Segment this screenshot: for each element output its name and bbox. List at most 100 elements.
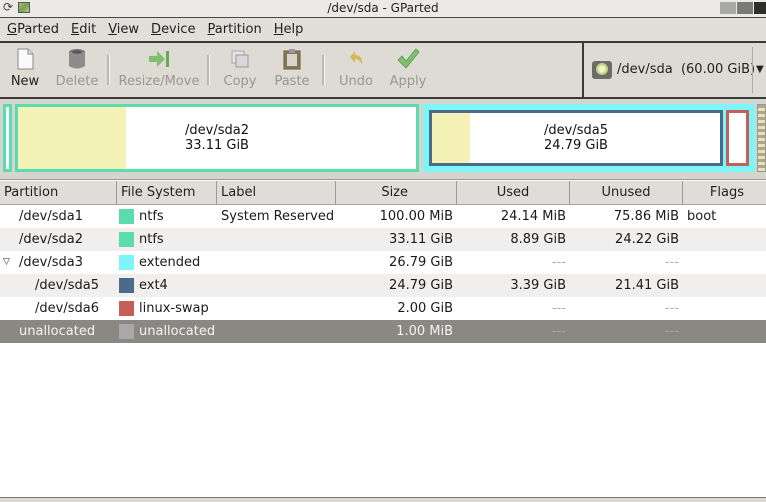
cell-size: 33.11 GiB <box>389 232 453 247</box>
table-row[interactable]: ▽ /dev/sda3 extended 26.79 GiB --- --- <box>0 251 766 274</box>
cell-used: --- <box>551 324 566 339</box>
maximize-button[interactable] <box>737 2 753 14</box>
partition-size: 24.79 GiB <box>544 138 608 153</box>
undo-label: Undo <box>339 74 373 89</box>
disk-partition-sda2[interactable]: /dev/sda2 33.11 GiB <box>15 104 419 172</box>
cell-file-system: ntfs <box>139 232 164 247</box>
undo-button[interactable]: Undo <box>334 47 378 93</box>
cell-used: 8.89 GiB <box>510 232 566 247</box>
menu-view-label: iew <box>116 22 140 37</box>
cell-file-system: linux-swap <box>139 301 209 316</box>
menu-help-label: elp <box>283 22 304 37</box>
menu-device[interactable]: Device <box>146 22 200 37</box>
column-header-label[interactable]: Label <box>217 181 336 204</box>
cell-partition: /dev/sda3 <box>19 255 83 270</box>
menu-edit-label: dit <box>79 22 97 37</box>
column-header-partition[interactable]: Partition <box>0 181 117 204</box>
expander-triangle-icon[interactable]: ▽ <box>3 251 10 274</box>
cell-partition: /dev/sda6 <box>35 301 99 316</box>
column-header-used[interactable]: Used <box>457 181 570 204</box>
partition-label: /dev/sda5 24.79 GiB <box>432 123 720 153</box>
device-selector-label: /dev/sda (60.00 GiB) <box>617 62 756 77</box>
cell-label: System Reserved <box>221 209 335 224</box>
partition-label: /dev/sda2 33.11 GiB <box>18 123 416 153</box>
copy-button[interactable]: Copy <box>218 47 262 93</box>
window-controls <box>720 2 766 14</box>
cell-used: 24.14 MiB <box>500 209 566 224</box>
menu-view-mnemonic: V <box>108 22 117 37</box>
cell-file-system: ntfs <box>139 209 164 224</box>
toolbar-separator <box>207 55 210 85</box>
status-bar <box>0 497 766 502</box>
copy-icon <box>228 47 252 71</box>
toolbar-separator <box>107 55 110 85</box>
cell-flags: boot <box>687 209 717 224</box>
paste-button[interactable]: Paste <box>270 47 314 93</box>
undo-icon <box>344 47 368 71</box>
toolbar-separator <box>322 55 325 85</box>
table-row[interactable]: /dev/sda5 ext4 24.79 GiB 3.39 GiB 21.41 … <box>0 274 766 297</box>
menu-view[interactable]: View <box>103 22 144 37</box>
minimize-button[interactable] <box>720 2 736 14</box>
disk-partition-sda3-extended[interactable]: /dev/sda5 24.79 GiB <box>423 104 755 172</box>
new-document-icon <box>13 47 37 71</box>
menu-device-mnemonic: D <box>151 22 162 37</box>
cell-partition: /dev/sda2 <box>19 232 83 247</box>
cell-size: 1.00 MiB <box>396 324 453 339</box>
partition-name: /dev/sda2 <box>185 123 249 138</box>
column-header-flags[interactable]: Flags <box>683 181 766 204</box>
menu-edit[interactable]: Edit <box>66 22 101 37</box>
cell-unused: --- <box>664 324 679 339</box>
partition-name: /dev/sda5 <box>544 123 608 138</box>
delete-button[interactable]: Delete <box>52 47 102 93</box>
cell-file-system: unallocated <box>139 324 216 339</box>
filesystem-color-swatch <box>119 301 134 316</box>
column-header-file-system[interactable]: File System <box>117 181 217 204</box>
column-header-size[interactable]: Size <box>336 181 457 204</box>
disk-unallocated[interactable] <box>757 104 766 172</box>
copy-label: Copy <box>223 74 257 89</box>
disk-graphic: /dev/sda2 33.11 GiB /dev/sda5 24.79 GiB <box>0 99 766 180</box>
cell-partition: unallocated <box>19 324 96 339</box>
delete-label: Delete <box>55 74 99 89</box>
menu-gparted-label: Parted <box>17 22 59 37</box>
device-selector[interactable]: /dev/sda (60.00 GiB) ▼ <box>582 43 766 97</box>
menu-partition-label: artition <box>214 22 262 37</box>
table-row[interactable]: /dev/sda2 ntfs 33.11 GiB 8.89 GiB 24.22 … <box>0 228 766 251</box>
resize-move-label: Resize/Move <box>118 74 200 89</box>
cell-unused: 75.86 MiB <box>613 209 679 224</box>
filesystem-color-swatch <box>119 278 134 293</box>
cell-size: 24.79 GiB <box>389 278 453 293</box>
table-row[interactable]: /dev/sda1 ntfs System Reserved 100.00 Mi… <box>0 205 766 228</box>
disk-partition-sda1[interactable] <box>3 104 12 172</box>
filesystem-color-swatch <box>119 209 134 224</box>
menu-gparted[interactable]: GParted <box>2 22 64 37</box>
menu-help[interactable]: Help <box>269 22 309 37</box>
apply-label: Apply <box>389 74 427 89</box>
new-button[interactable]: New <box>6 47 44 93</box>
apply-button[interactable]: Apply <box>386 47 430 93</box>
disk-partition-sda5[interactable]: /dev/sda5 24.79 GiB <box>429 110 723 166</box>
resize-move-button[interactable]: Resize/Move <box>116 47 202 93</box>
filesystem-color-swatch <box>119 255 134 270</box>
dropdown-arrow-icon[interactable]: ▼ <box>756 64 764 75</box>
partition-size: 33.11 GiB <box>185 138 249 153</box>
table-row[interactable]: /dev/sda6 linux-swap 2.00 GiB --- --- <box>0 297 766 320</box>
cell-used: 3.39 GiB <box>510 278 566 293</box>
filesystem-color-swatch <box>119 232 134 247</box>
menu-partition[interactable]: Partition <box>203 22 267 37</box>
title-bar: ⟳ /dev/sda - GParted <box>0 0 766 18</box>
partition-table-header: Partition File System Label Size Used Un… <box>0 181 766 205</box>
table-row-selected[interactable]: unallocated unallocated 1.00 MiB --- --- <box>0 320 766 343</box>
disk-partition-sda6[interactable] <box>726 110 749 166</box>
menu-partition-mnemonic: P <box>207 22 215 37</box>
close-button[interactable] <box>754 2 766 14</box>
column-header-unused[interactable]: Unused <box>570 181 683 204</box>
device-selector-separator <box>752 47 753 93</box>
partition-table: /dev/sda1 ntfs System Reserved 100.00 Mi… <box>0 205 766 343</box>
cell-size: 26.79 GiB <box>389 255 453 270</box>
cell-partition: /dev/sda1 <box>19 209 83 224</box>
window-title: /dev/sda - GParted <box>327 1 439 15</box>
cell-size: 2.00 GiB <box>397 301 453 316</box>
delete-icon <box>65 47 89 71</box>
